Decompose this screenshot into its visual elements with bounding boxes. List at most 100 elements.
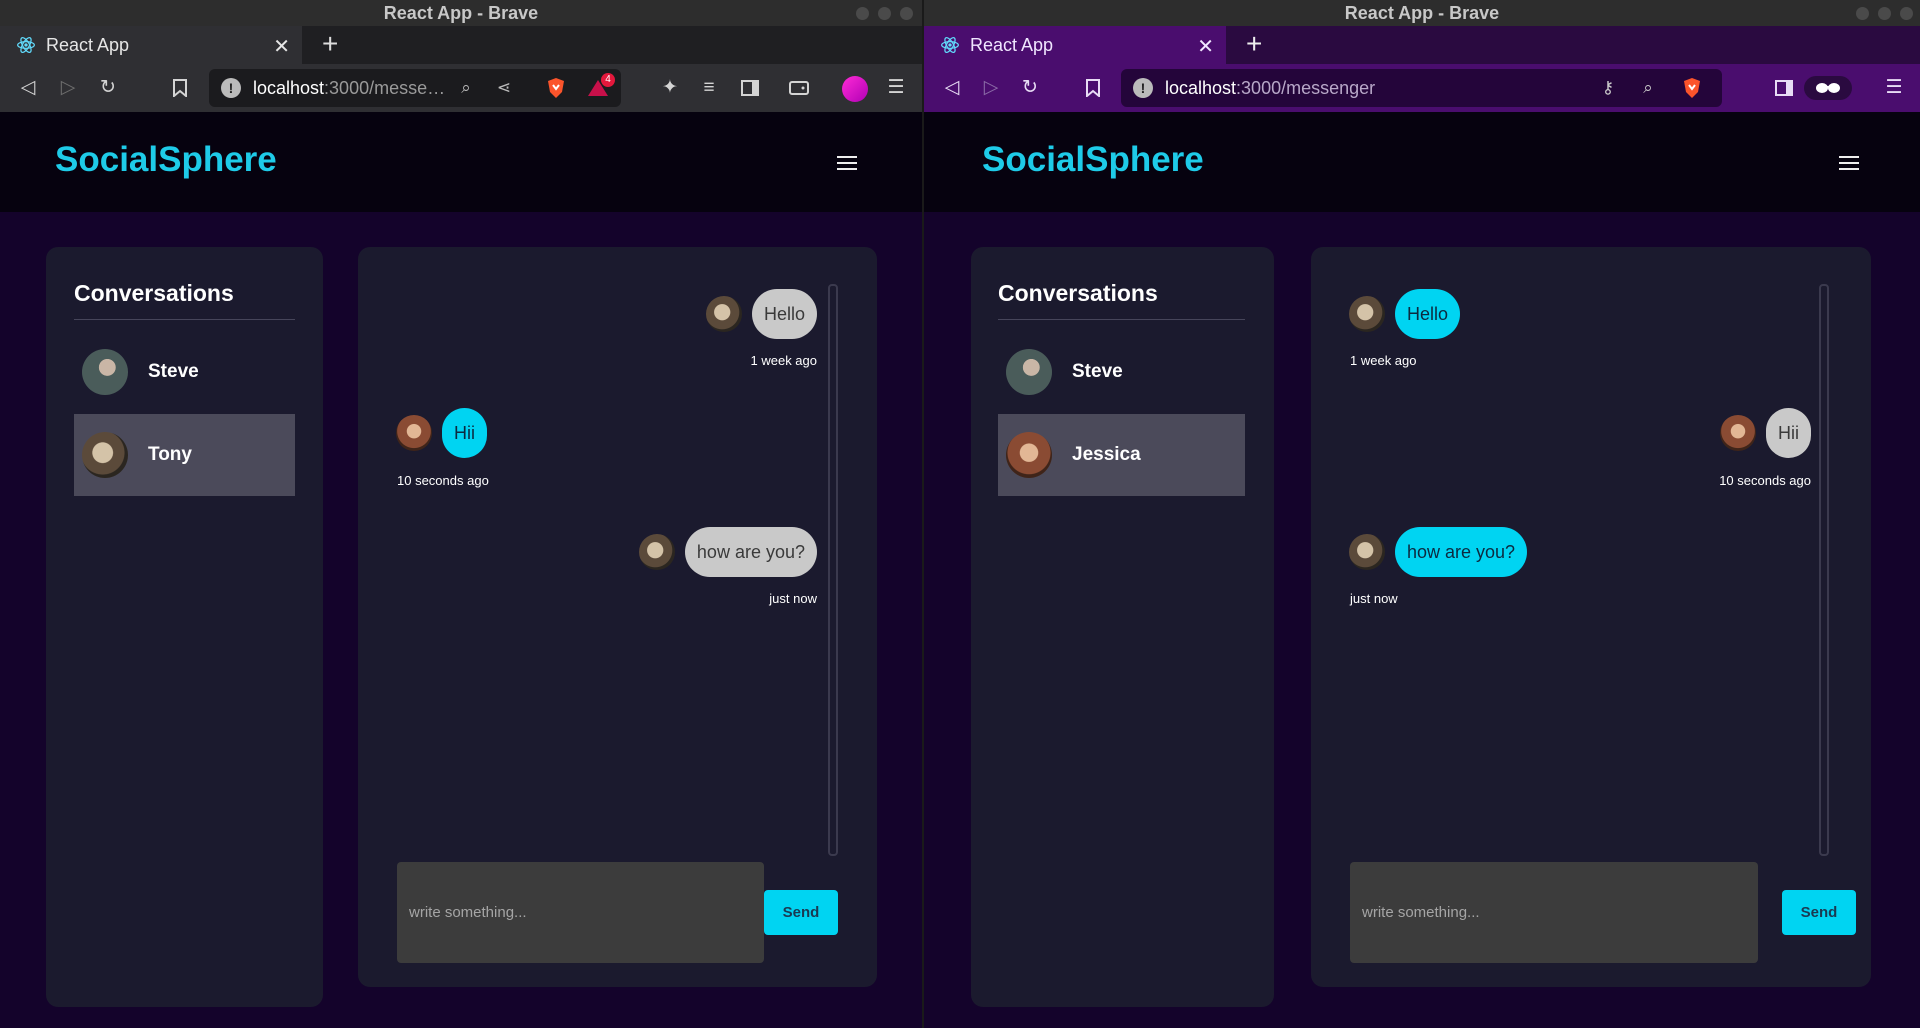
wallet-icon[interactable] (787, 76, 811, 100)
tab-strip: React App ✕ + (924, 26, 1920, 64)
maximize-button[interactable] (878, 7, 891, 20)
message-own: Hello (696, 289, 817, 339)
tab-title: React App (970, 34, 1054, 55)
url-path: :3000/messe… (324, 77, 446, 98)
message-other: how are you? (1339, 527, 1528, 577)
message-time: 10 seconds ago (1719, 473, 1811, 488)
message-bubble: how are you? (684, 527, 817, 577)
chat-panel: Hello 1 week ago Hii 10 seconds ago how … (358, 247, 877, 987)
close-window-button[interactable] (1900, 7, 1913, 20)
conversations-panel: Conversations Steve Jessica (971, 247, 1274, 1007)
message-time: just now (1350, 591, 1398, 606)
brave-rewards-icon[interactable]: 4 (587, 73, 615, 99)
app-page: SocialSphere Conversations Steve Tony He… (0, 112, 922, 1028)
minimize-button[interactable] (856, 7, 869, 20)
tab-strip: React App ✕ + (0, 26, 922, 64)
forward-icon[interactable]: ▷ (56, 76, 80, 100)
menu-icon[interactable]: ☰ (884, 76, 908, 100)
site-info-icon[interactable]: ! (221, 78, 241, 98)
chat-scrollbar[interactable] (828, 284, 838, 856)
send-button[interactable]: Send (764, 890, 838, 935)
back-icon[interactable]: ◁ (16, 76, 40, 100)
avatar (1720, 415, 1756, 451)
conversations-title: Conversations (74, 280, 234, 306)
avatar (1006, 349, 1052, 395)
new-tab-button[interactable]: + (1246, 28, 1262, 60)
message-input[interactable]: write something... (1350, 862, 1758, 963)
conversations-divider (74, 319, 295, 320)
react-logo-icon (941, 36, 959, 54)
app-logo[interactable]: SocialSphere (982, 140, 1204, 180)
conversations-panel: Conversations Steve Tony (46, 247, 323, 1007)
bookmark-icon[interactable] (1081, 76, 1105, 100)
avatar (396, 415, 432, 451)
minimize-button[interactable] (1856, 7, 1869, 20)
site-info-icon[interactable]: ! (1133, 78, 1153, 98)
address-bar[interactable]: ! localhost:3000/messenger ⚷ ⌕ (1121, 69, 1722, 107)
avatar (82, 349, 128, 395)
send-button[interactable]: Send (1782, 890, 1856, 935)
reload-icon[interactable]: ↻ (96, 76, 120, 100)
app-header: SocialSphere (924, 112, 1920, 212)
message-time: just now (769, 591, 817, 606)
back-icon[interactable]: ◁ (940, 76, 964, 100)
url-path: :3000/messenger (1236, 77, 1376, 98)
browser-window-left: React App - Brave React App ✕ + ◁ ▷ ↻ ! … (0, 0, 922, 1028)
app-page: SocialSphere Conversations Steve Jessica (924, 112, 1920, 1028)
sidebar-toggle-icon[interactable] (1772, 76, 1796, 100)
tab-react-app[interactable]: React App ✕ (924, 26, 1226, 64)
maximize-button[interactable] (1878, 7, 1891, 20)
profile-avatar-icon[interactable] (842, 76, 868, 102)
hamburger-menu-icon[interactable] (1839, 156, 1859, 170)
share-icon[interactable]: ⋖ (493, 77, 515, 99)
conversation-name: Jessica (1072, 444, 1141, 465)
message-bubble: Hello (751, 289, 817, 339)
forward-icon[interactable]: ▷ (979, 76, 1003, 100)
window-titlebar: React App - Brave (924, 0, 1920, 26)
message-own: Hii (1710, 408, 1811, 458)
avatar (1349, 534, 1385, 570)
conversations-title: Conversations (998, 280, 1158, 306)
message-bubble: Hello (1395, 289, 1461, 339)
message-bubble: how are you? (1395, 527, 1528, 577)
avatar (1349, 296, 1385, 332)
new-tab-button[interactable]: + (322, 28, 338, 60)
message-bubble: Hii (1766, 408, 1811, 458)
close-window-button[interactable] (900, 7, 913, 20)
avatar (82, 432, 128, 478)
bookmark-icon[interactable] (168, 76, 192, 100)
private-window-icon (1804, 76, 1852, 100)
avatar (638, 534, 675, 570)
url-host: localhost (1165, 77, 1237, 98)
desktop: React App - Brave React App ✕ + ◁ ▷ ↻ ! … (0, 0, 1920, 1028)
close-tab-icon[interactable]: ✕ (1197, 34, 1214, 59)
brave-shields-icon[interactable] (545, 77, 567, 99)
conversation-item-jessica[interactable]: Jessica (998, 414, 1245, 496)
chat-panel: Hello 1 week ago Hii 10 seconds ago how … (1311, 247, 1871, 987)
conversation-item-steve[interactable]: Steve (998, 331, 1245, 413)
chat-scrollbar[interactable] (1819, 284, 1829, 856)
hamburger-menu-icon[interactable] (837, 156, 857, 170)
zoom-icon[interactable]: ⌕ (455, 77, 477, 99)
conversation-name: Tony (148, 444, 192, 465)
extensions-icon[interactable]: ✦ (658, 76, 682, 100)
message-bubble: Hii (442, 408, 487, 458)
address-bar[interactable]: ! localhost:3000/messe… ⌕ ⋖ 4 (209, 69, 621, 107)
close-tab-icon[interactable]: ✕ (273, 34, 290, 59)
conversation-item-tony[interactable]: Tony (74, 414, 295, 496)
media-playlist-icon[interactable]: ≡ (697, 76, 721, 100)
avatar (1006, 432, 1052, 478)
reload-icon[interactable]: ↻ (1018, 76, 1042, 100)
zoom-icon[interactable]: ⌕ (1637, 77, 1659, 99)
browser-window-right: React App - Brave React App ✕ + ◁ ▷ ↻ ! … (924, 0, 1920, 1028)
tab-react-app[interactable]: React App ✕ (0, 26, 302, 64)
message-input[interactable]: write something... (397, 862, 764, 963)
browser-toolbar: ◁ ▷ ↻ ! localhost:3000/messe… ⌕ ⋖ 4 ✦ ≡ (0, 64, 922, 112)
brave-shields-icon[interactable] (1681, 77, 1703, 99)
message-time: 1 week ago (750, 353, 818, 368)
app-logo[interactable]: SocialSphere (55, 140, 277, 180)
conversation-item-steve[interactable]: Steve (74, 331, 295, 413)
password-key-icon[interactable]: ⚷ (1597, 77, 1619, 99)
sidebar-toggle-icon[interactable] (738, 76, 762, 100)
menu-icon[interactable]: ☰ (1882, 76, 1906, 100)
